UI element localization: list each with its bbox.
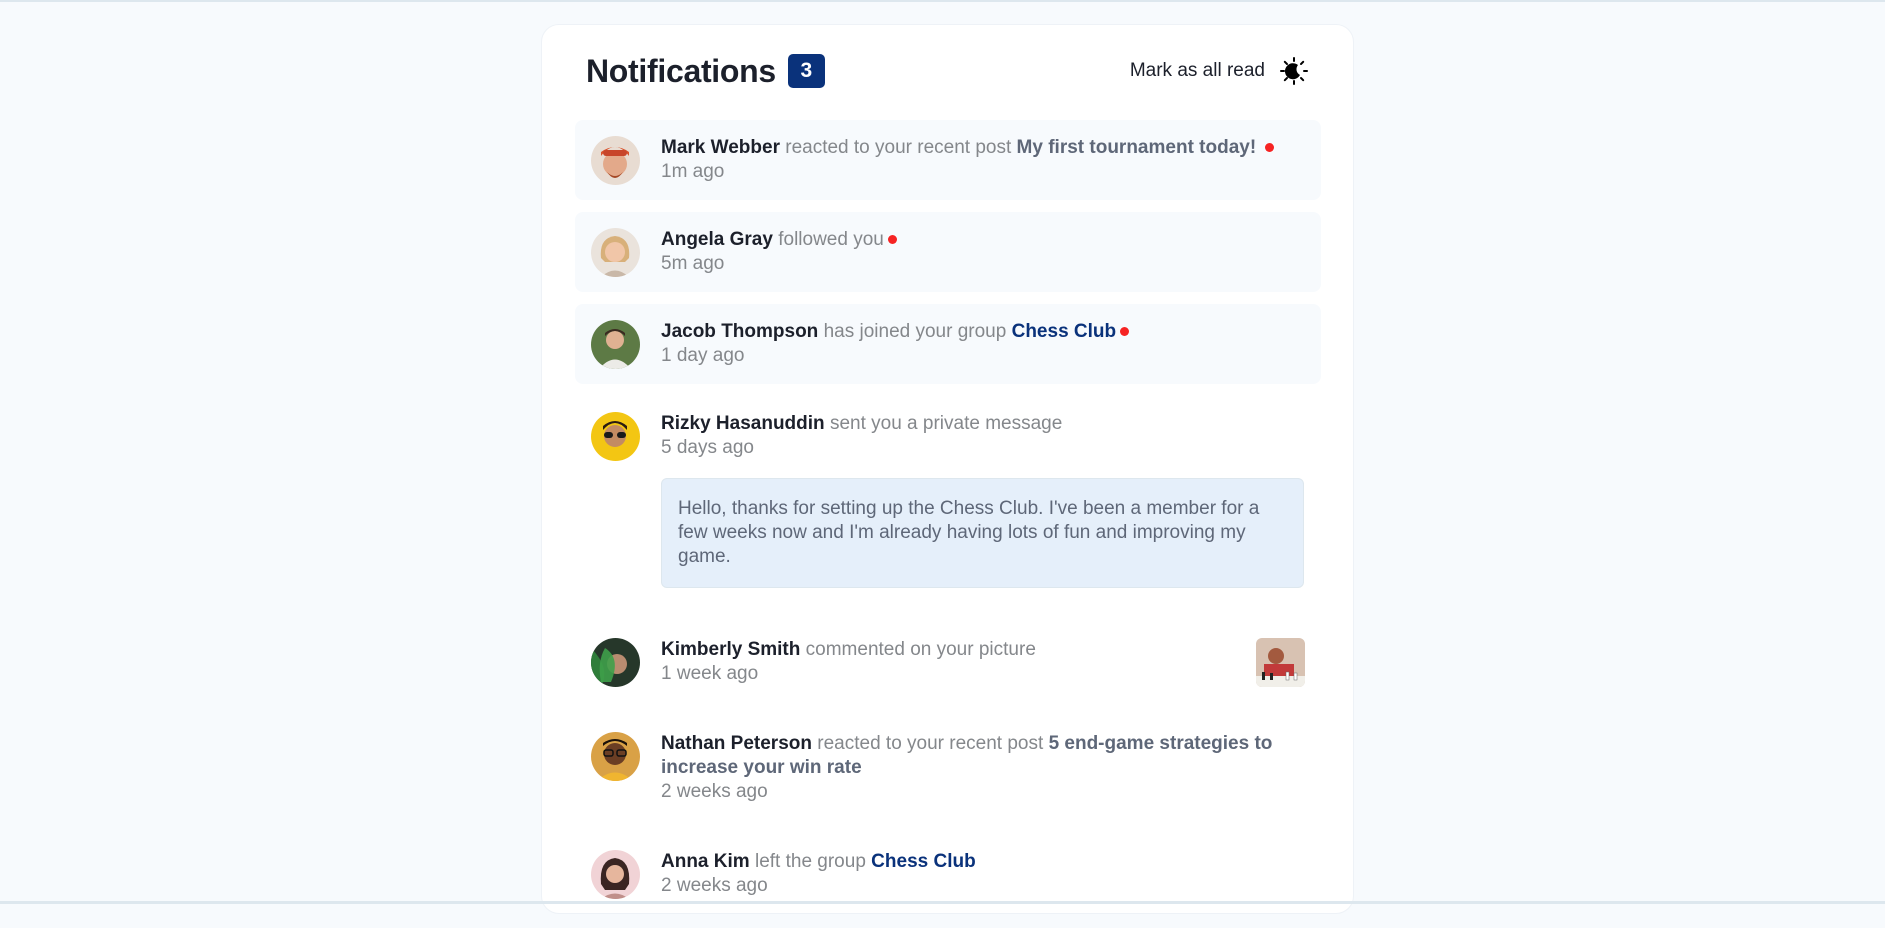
avatar[interactable]	[591, 320, 640, 369]
avatar[interactable]	[591, 638, 640, 687]
timestamp: 2 weeks ago	[661, 875, 768, 896]
chess-picture-thumbnail[interactable]	[1256, 638, 1305, 687]
timestamp: 5 days ago	[661, 437, 754, 458]
notification-text: Jacob Thompson has joined your group Che…	[661, 320, 1305, 344]
avatar[interactable]	[591, 412, 640, 461]
notification-text: Angela Gray followed you	[661, 228, 1305, 252]
post-link[interactable]: My first tournament today!	[1017, 137, 1257, 158]
notification-item[interactable]: Rizky Hasanuddin sent you a private mess…	[575, 396, 1321, 604]
user-name[interactable]: Anna Kim	[661, 851, 750, 872]
unread-count-badge: 3	[787, 54, 825, 88]
moon-sun-icon[interactable]	[1279, 56, 1309, 86]
header-actions: Mark as all read	[1130, 56, 1309, 86]
action-text: has joined your group	[823, 321, 1007, 342]
avatar[interactable]	[591, 136, 640, 185]
title-wrap: Notifications 3	[586, 53, 825, 90]
notification-item[interactable]: Kimberly Smith commented on your picture…	[575, 622, 1321, 702]
notification-list: Mark Webber reacted to your recent post …	[575, 120, 1321, 928]
user-name[interactable]: Rizky Hasanuddin	[661, 413, 825, 434]
notification-text: Mark Webber reacted to your recent post …	[661, 136, 1305, 160]
group-link[interactable]: Chess Club	[1012, 321, 1117, 342]
notification-text: Anna Kim left the group Chess Club	[661, 850, 1305, 874]
header: Notifications 3 Mark as all read	[586, 51, 1309, 91]
notification-item[interactable]: Jacob Thompson has joined your group Che…	[575, 304, 1321, 384]
action-text: followed you	[778, 229, 884, 250]
unread-dot	[1120, 327, 1130, 337]
action-text: commented on your picture	[805, 639, 1036, 660]
avatar[interactable]	[591, 228, 640, 277]
notification-item[interactable]: Angela Gray followed you 5m ago	[575, 212, 1321, 292]
timestamp: 2 weeks ago	[661, 781, 768, 802]
mark-all-read-button[interactable]: Mark as all read	[1130, 60, 1265, 82]
avatar[interactable]	[591, 732, 640, 781]
user-name[interactable]: Jacob Thompson	[661, 321, 818, 342]
user-name[interactable]: Nathan Peterson	[661, 733, 812, 754]
notification-text: Rizky Hasanuddin sent you a private mess…	[661, 412, 1305, 436]
user-name[interactable]: Angela Gray	[661, 229, 773, 250]
notification-item[interactable]: Nathan Peterson reacted to your recent p…	[575, 716, 1321, 820]
notification-item[interactable]: Mark Webber reacted to your recent post …	[575, 120, 1321, 200]
action-text: reacted to your recent post	[785, 137, 1012, 158]
action-text: reacted to your recent post	[817, 733, 1044, 754]
avatar[interactable]	[591, 850, 640, 899]
notifications-card: Notifications 3 Mark as all read Mark We…	[541, 24, 1354, 914]
unread-dot	[887, 235, 897, 245]
timestamp: 1 day ago	[661, 345, 745, 366]
timestamp: 5m ago	[661, 253, 725, 274]
unread-dot	[1265, 143, 1275, 153]
user-name[interactable]: Kimberly Smith	[661, 639, 800, 660]
notification-text: Nathan Peterson reacted to your recent p…	[661, 732, 1305, 780]
timestamp: 1 week ago	[661, 663, 759, 684]
private-message[interactable]: Hello, thanks for setting up the Chess C…	[661, 478, 1304, 588]
action-text: sent you a private message	[829, 413, 1063, 434]
top-rule	[0, 0, 1885, 2]
user-name[interactable]: Mark Webber	[661, 137, 780, 158]
action-text: left the group	[754, 851, 866, 872]
page-title: Notifications	[586, 52, 776, 89]
group-link[interactable]: Chess Club	[871, 851, 976, 872]
timestamp: 1m ago	[661, 161, 725, 182]
notification-text: Kimberly Smith commented on your picture	[661, 638, 1305, 662]
